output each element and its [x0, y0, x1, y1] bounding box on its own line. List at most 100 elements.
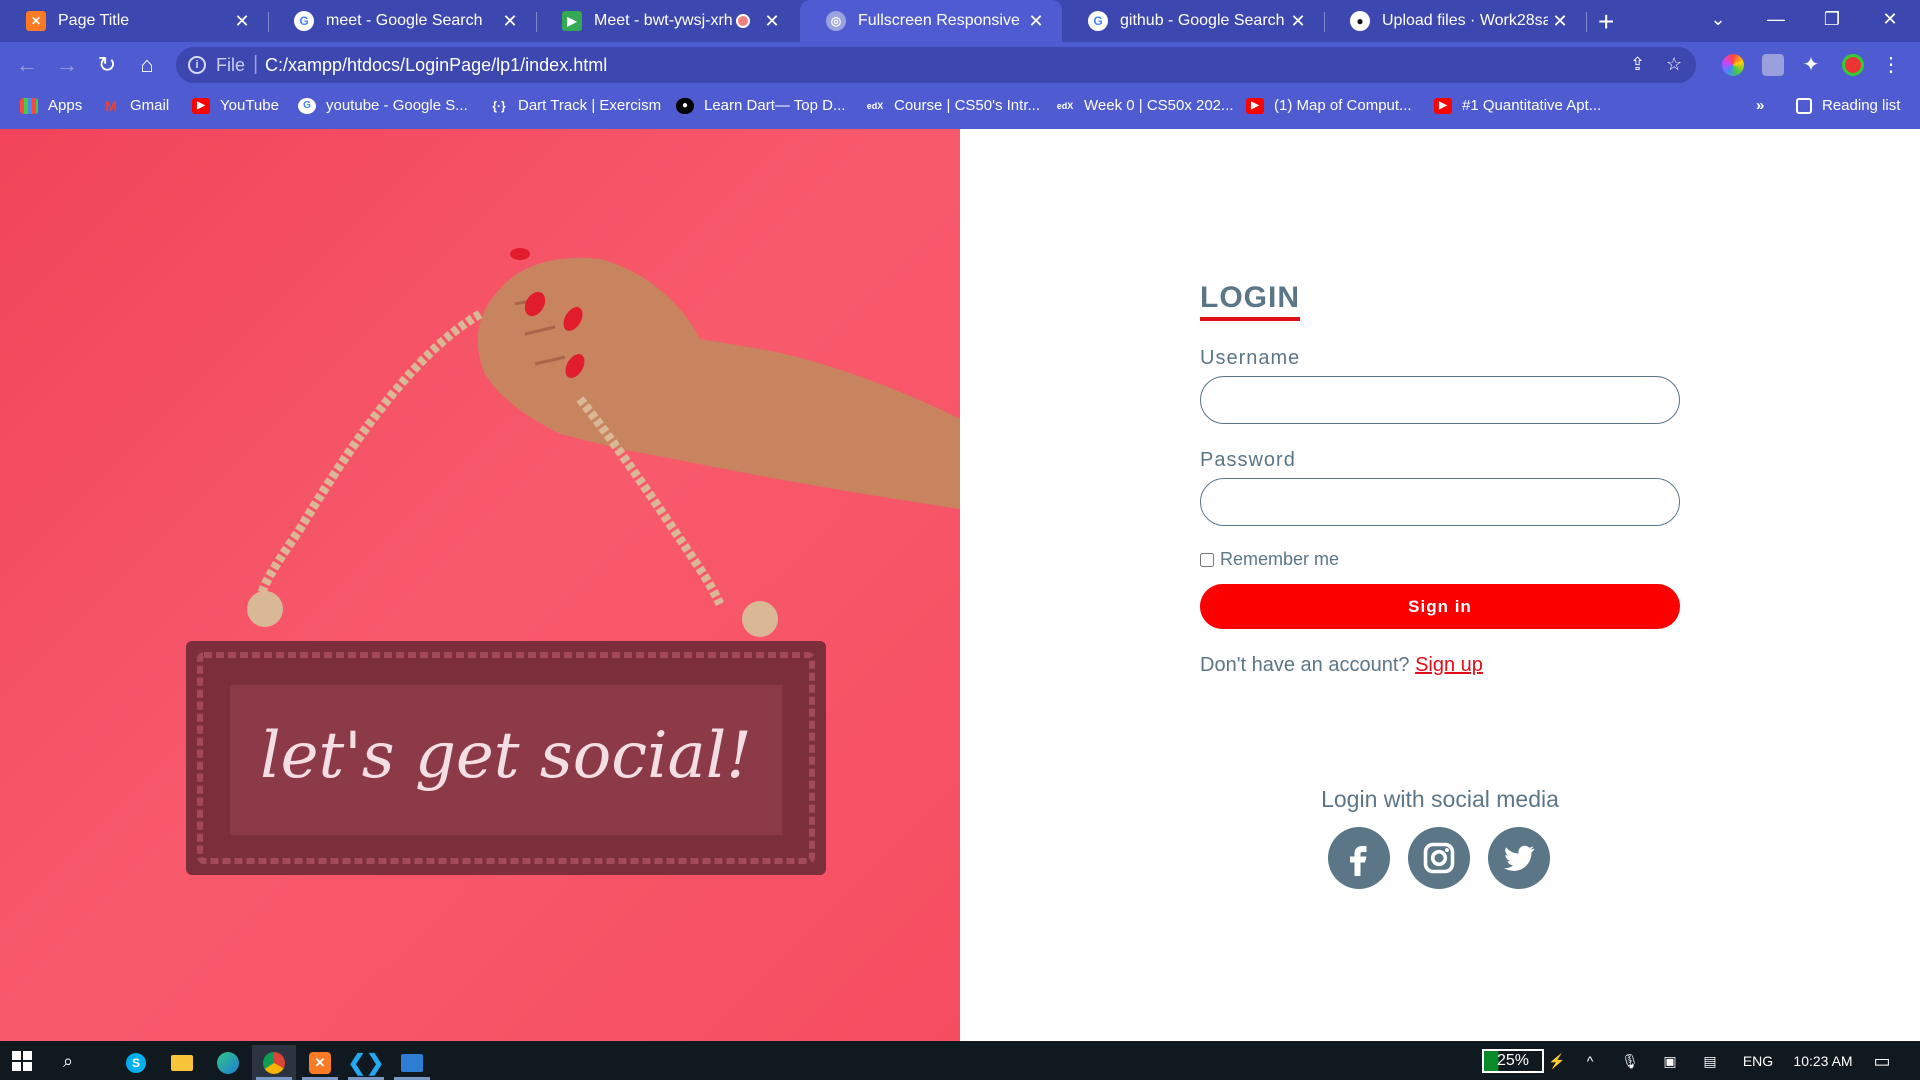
bookmark-cs50x-week0[interactable]: edX Week 0 | CS50x 202...: [1056, 97, 1234, 114]
bookmark-youtube-search[interactable]: Gyoutube - Google S...: [298, 97, 468, 114]
sign-up-link[interactable]: Sign up: [1415, 654, 1483, 676]
close-tab-icon[interactable]: ✕: [230, 11, 254, 32]
facebook-button[interactable]: [1328, 827, 1390, 889]
taskbar-app-skype[interactable]: S: [114, 1045, 158, 1080]
taskbar-app-vscode[interactable]: ❮❯: [344, 1045, 388, 1080]
reload-button[interactable]: ↻: [94, 52, 120, 78]
social-login-title: Login with social media: [1321, 786, 1559, 812]
taskbar-app-photos[interactable]: [390, 1045, 434, 1080]
bookmark-label: Dart Track | Exercism: [518, 97, 662, 114]
forward-button[interactable]: →: [54, 52, 80, 78]
bookmark-learn-dart[interactable]: ● Learn Dart— Top D...: [676, 97, 845, 114]
language-indicator[interactable]: ENG: [1740, 1049, 1776, 1073]
meet-now-icon[interactable]: ▣: [1660, 1049, 1680, 1073]
share-icon[interactable]: ⇪: [1630, 54, 1645, 75]
taskbar-app-explorer[interactable]: [160, 1045, 204, 1080]
vscode-icon: ❮❯: [347, 1049, 385, 1075]
tab-meet-search[interactable]: G meet - Google Search ✕: [268, 0, 536, 42]
close-tab-icon[interactable]: ✕: [1024, 11, 1048, 32]
battery-indicator[interactable]: 25%: [1482, 1049, 1544, 1073]
photos-icon: [401, 1053, 423, 1072]
restore-button[interactable]: ❐: [1804, 0, 1860, 42]
twitter-button[interactable]: [1488, 827, 1550, 889]
tab-title: meet - Google Search: [326, 12, 483, 29]
search-icon[interactable]: ⌕: [54, 1049, 82, 1073]
twitter-icon: [1504, 845, 1535, 871]
close-window-button[interactable]: ✕: [1862, 0, 1918, 42]
site-info-icon[interactable]: i: [188, 56, 206, 74]
taskbar-app-chrome[interactable]: [252, 1045, 296, 1080]
youtube-icon: ▶: [1246, 97, 1264, 114]
password-input[interactable]: [1200, 478, 1680, 526]
close-tab-icon[interactable]: ✕: [1548, 11, 1572, 32]
home-button[interactable]: ⌂: [134, 52, 160, 78]
xampp-icon: ✕: [26, 11, 46, 31]
instagram-button[interactable]: [1408, 827, 1470, 889]
browser-toolbar: ← → ↻ ⌂ i File | C:/xampp/htdocs/LoginPa…: [0, 42, 1920, 88]
tab-page-title[interactable]: ✕ Page Title ✕: [0, 0, 268, 42]
hand-holding-sign-illustration: let's get social!: [186, 248, 960, 875]
close-tab-icon[interactable]: ✕: [1286, 11, 1310, 32]
tab-title: Meet - bwt-ywsj-xrh: [594, 12, 733, 29]
bookmark-star-icon[interactable]: ☆: [1666, 54, 1682, 75]
color-extension-icon[interactable]: [1722, 54, 1744, 76]
puzzle-icon[interactable]: ✦: [1800, 54, 1822, 76]
chevron-up-icon[interactable]: ^: [1580, 1049, 1600, 1073]
menu-icon[interactable]: ⋮: [1880, 54, 1902, 76]
power-plug-icon[interactable]: ⚡: [1548, 1049, 1566, 1073]
close-tab-icon[interactable]: ✕: [760, 11, 784, 32]
meet-icon: ▶: [562, 11, 582, 31]
tab-login-page[interactable]: ◎ Fullscreen Responsive Login ✕: [800, 0, 1062, 42]
facebook-icon: [1350, 846, 1367, 876]
close-tab-icon[interactable]: ✕: [498, 11, 522, 32]
back-button[interactable]: ←: [14, 52, 40, 78]
login-panel: LOGIN Username Password Remember me Sign…: [960, 129, 1920, 1041]
exercism-icon: {·}: [492, 98, 506, 113]
tab-github-search[interactable]: G github - Google Search ✕: [1062, 0, 1324, 42]
extension-icon[interactable]: [1762, 54, 1784, 76]
recording-icon: [736, 14, 750, 28]
nail: [510, 248, 530, 260]
address-bar[interactable]: i File | C:/xampp/htdocs/LoginPage/lp1/i…: [176, 47, 1696, 83]
bookmark-quant-apt[interactable]: ▶ #1 Quantitative Apt...: [1434, 97, 1601, 114]
url-text[interactable]: C:/xampp/htdocs/LoginPage/lp1/index.html: [265, 55, 607, 76]
tab-title: Fullscreen Responsive Login: [858, 12, 1024, 29]
reading-list-icon: [1796, 97, 1812, 114]
bookmark-gmail[interactable]: M Gmail: [102, 97, 169, 114]
dart-icon: ●: [676, 97, 694, 114]
rope-knot: [247, 591, 283, 627]
more-bookmarks-button[interactable]: »: [1756, 97, 1764, 114]
tab-github-upload[interactable]: ● Upload files · Work28sansk ✕: [1324, 0, 1586, 42]
sign-text: let's get social!: [260, 719, 752, 793]
microphone-icon[interactable]: 🎙: [1620, 1049, 1640, 1073]
notifications-icon[interactable]: ▭: [1870, 1049, 1894, 1073]
tab-search-button[interactable]: ⌄: [1690, 0, 1746, 42]
bookmark-dart-track[interactable]: {·} Dart Track | Exercism: [490, 97, 661, 114]
profile-avatar[interactable]: [1842, 54, 1864, 76]
bookmark-label: Gmail: [130, 97, 170, 114]
bookmark-cs50-course[interactable]: edX Course | CS50's Intr...: [866, 97, 1040, 114]
bookmark-label: YouTube: [220, 97, 279, 114]
tab-meet[interactable]: ▶ Meet - bwt-ywsj-xrh ✕: [536, 0, 798, 42]
bookmark-apps[interactable]: Apps: [20, 97, 82, 114]
bookmark-label: Learn Dart— Top D...: [704, 97, 846, 114]
rope-left: [255, 310, 483, 601]
new-tab-button[interactable]: +: [1598, 6, 1614, 38]
taskbar-app-edge[interactable]: [206, 1045, 250, 1080]
bookmark-youtube[interactable]: ▶ YouTube: [192, 97, 279, 114]
tab-title: Page Title: [58, 12, 130, 29]
reading-list-button[interactable]: Reading list: [1796, 97, 1900, 114]
instagram-icon: [1423, 842, 1455, 874]
bookmark-map-of-computing[interactable]: ▶ (1) Map of Comput...: [1246, 97, 1412, 114]
remember-checkbox[interactable]: [1200, 552, 1214, 567]
windows-start-icon[interactable]: [8, 1049, 36, 1073]
remember-me[interactable]: Remember me: [1200, 549, 1339, 570]
scheme-label: File: [216, 55, 246, 75]
taskbar-app-xampp[interactable]: ✕: [298, 1045, 342, 1080]
minimize-button[interactable]: —: [1748, 0, 1804, 42]
display-icon[interactable]: ▤: [1700, 1049, 1720, 1073]
sign-in-button[interactable]: Sign in: [1200, 584, 1680, 629]
username-input[interactable]: [1200, 376, 1680, 424]
youtube-icon: ▶: [1434, 97, 1452, 114]
clock[interactable]: 10:23 AM: [1788, 1049, 1858, 1073]
